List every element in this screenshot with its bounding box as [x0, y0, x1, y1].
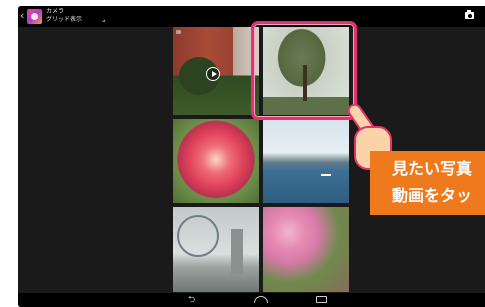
callout-line-1: 見たい写真 — [392, 159, 473, 178]
thumbnail-tower — [231, 229, 243, 274]
camera-icon[interactable] — [465, 10, 474, 19]
thumbnail-ferris-wheel — [177, 215, 219, 257]
thumbnail-video[interactable] — [173, 27, 259, 115]
recent-apps-icon[interactable] — [316, 296, 327, 303]
up-navigation-icon[interactable]: ‹ — [20, 9, 24, 23]
thumbnail-photo[interactable] — [173, 119, 259, 203]
instruction-callout: 見たい写真 動画をタッ — [370, 151, 485, 215]
folder-icon — [176, 30, 181, 34]
camera-app-icon[interactable] — [27, 9, 42, 24]
app-title: カメラ — [46, 8, 65, 15]
system-nav-bar: ⮌ — [18, 293, 485, 307]
dropdown-indicator-icon — [102, 19, 105, 22]
callout-line-2: 動画をタッ — [392, 186, 473, 205]
view-mode-label: グリッド表示 — [46, 16, 83, 23]
thumbnail-photo[interactable] — [263, 207, 349, 292]
back-icon[interactable]: ⮌ — [188, 296, 195, 305]
play-icon — [206, 67, 220, 81]
thumbnail-boat — [321, 174, 331, 176]
thumbnail-photo[interactable] — [173, 207, 259, 292]
title-block[interactable]: カメラ グリッド表示 — [46, 8, 82, 24]
home-icon[interactable] — [254, 296, 268, 303]
